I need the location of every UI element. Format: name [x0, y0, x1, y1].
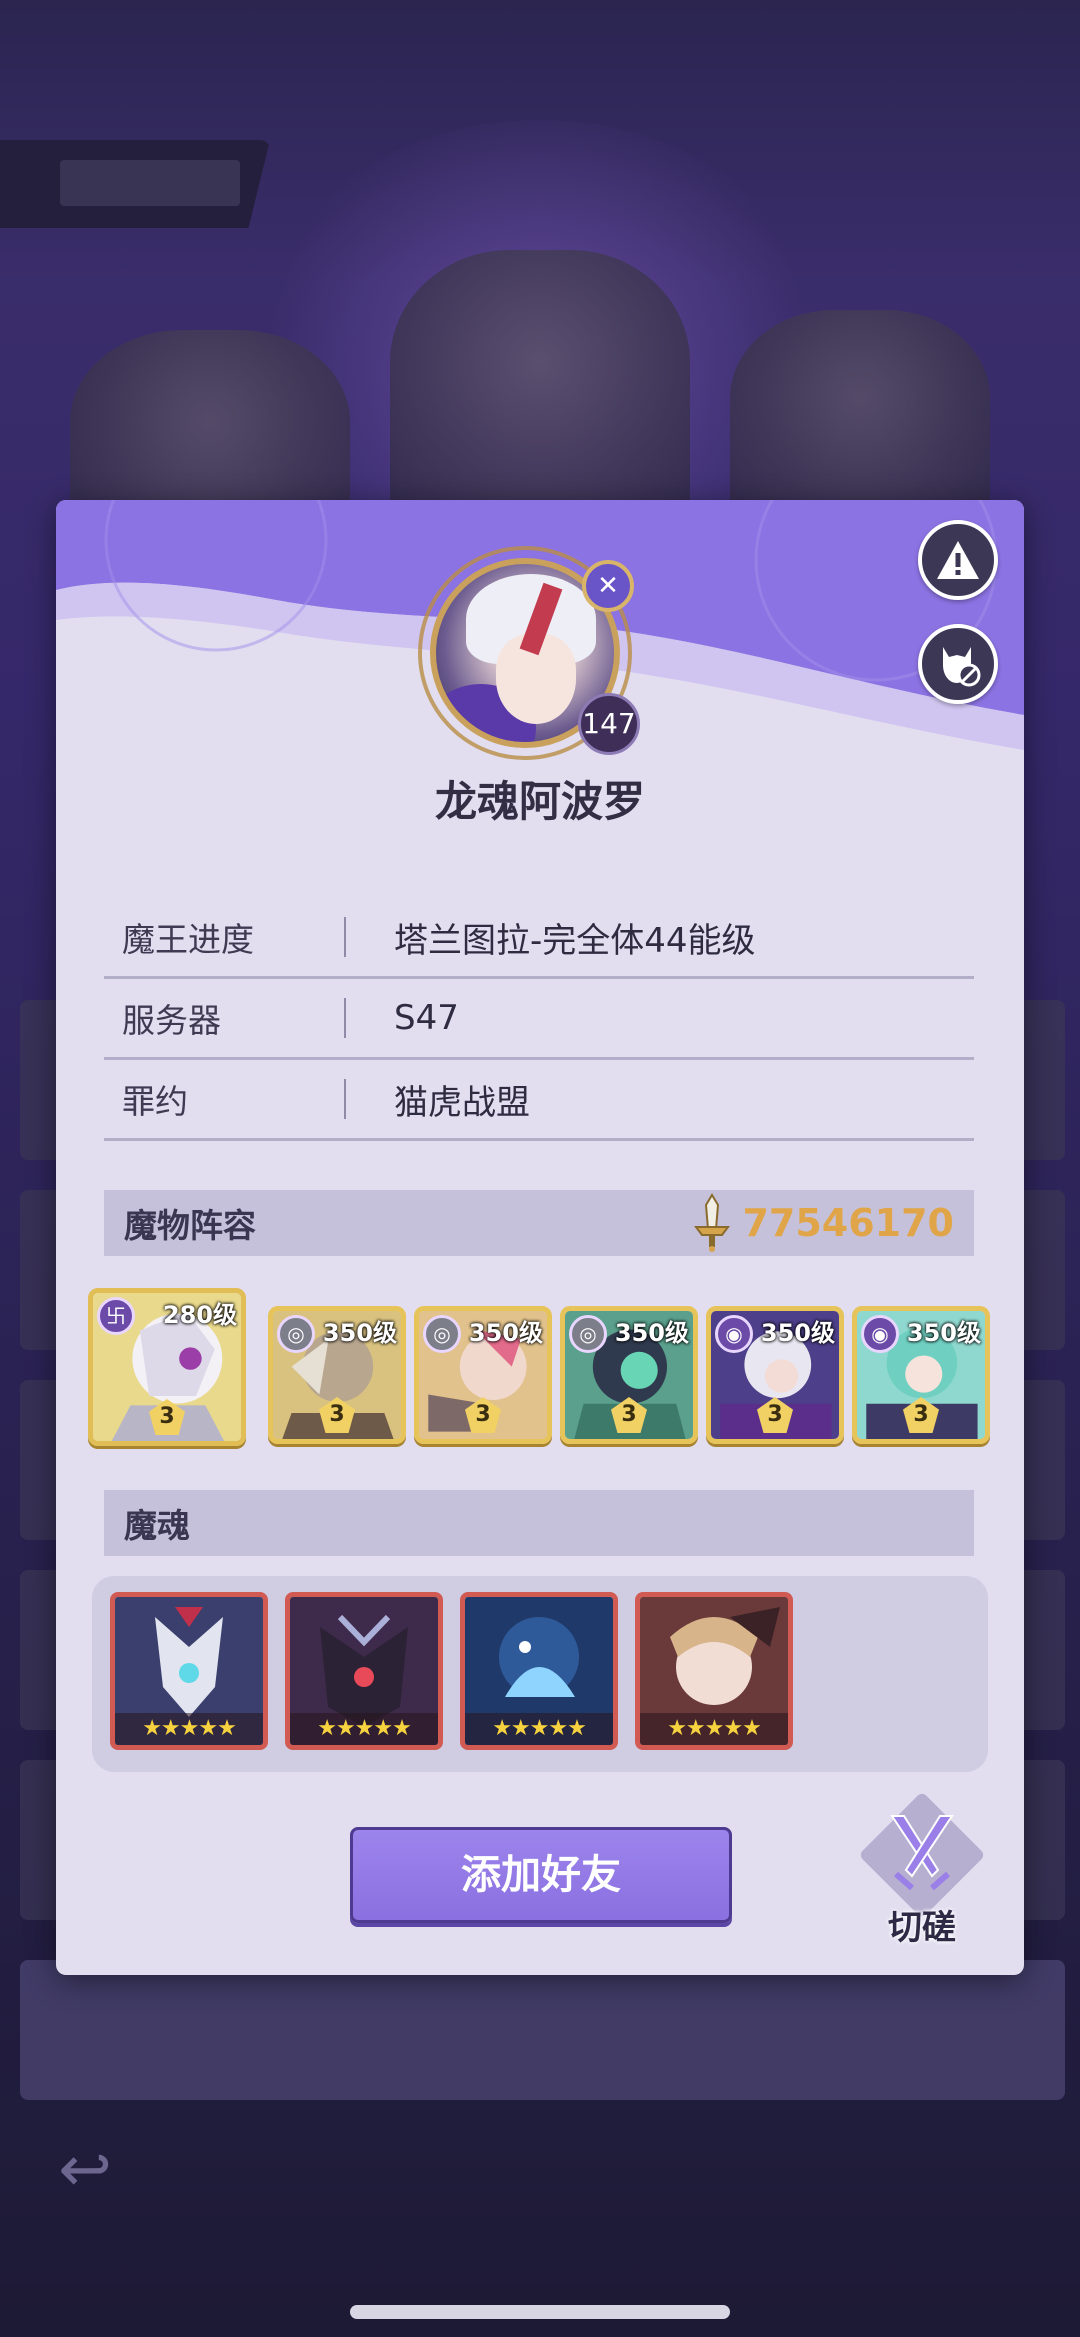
duel-button[interactable]: 切磋 [852, 1791, 992, 1950]
soul-section-header: 魔魂 [104, 1490, 974, 1556]
dark-element-icon: ◉ [715, 1315, 753, 1353]
lineup-section-header: 魔物阵容 77546170 [104, 1190, 974, 1256]
background-tab [0, 140, 270, 228]
soul-panel: ★★★★★ ★★★★★ ★★★★★ ★★★★★ [92, 1576, 988, 1772]
warning-icon [937, 541, 979, 579]
monster-lineup: 卐 280级 3 ◎ 350级 3 ◎ 350级 3 ◎ 350级 3 ◉ 35… [88, 1288, 1008, 1458]
info-label: 罪约 [122, 1082, 188, 1121]
report-button[interactable] [918, 520, 998, 600]
dark-element-icon: ◉ [861, 1315, 899, 1353]
combat-power-value: 77546170 [742, 1201, 954, 1245]
player-name: 龙魂阿波罗 [434, 777, 645, 826]
avatar-frame-badge-icon: ✕ [582, 560, 634, 612]
wind-element-icon: 卐 [97, 1297, 135, 1335]
back-arrow-icon[interactable]: ↩ [40, 2130, 130, 2210]
soul-card[interactable]: ★★★★★ [635, 1592, 793, 1750]
soul-card[interactable]: ★★★★★ [460, 1592, 618, 1750]
crossed-swords-icon [890, 1815, 954, 1891]
monster-level: 350级 [468, 1319, 543, 1347]
info-row-server: 服务器 S47 [104, 979, 974, 1060]
add-friend-button[interactable]: 添加好友 [350, 1827, 732, 1923]
player-level-badge: 147 [578, 693, 640, 755]
home-indicator[interactable] [350, 2305, 730, 2319]
combat-power: 77546170 [692, 1193, 954, 1253]
background-character-right [730, 310, 990, 530]
monster-level: 280级 [162, 1301, 237, 1329]
monster-level: 350级 [906, 1319, 981, 1347]
lineup-title: 魔物阵容 [124, 1206, 256, 1245]
monster-card[interactable]: ◉ 350级 3 [706, 1306, 844, 1444]
neutral-element-icon: ◎ [423, 1315, 461, 1353]
monster-level: 350级 [760, 1319, 835, 1347]
info-value: 猫虎战盟 [394, 1082, 530, 1123]
neutral-element-icon: ◎ [569, 1315, 607, 1353]
soul-card[interactable]: ★★★★★ [110, 1592, 268, 1750]
block-user-button[interactable] [918, 624, 998, 704]
soul-title: 魔魂 [124, 1506, 190, 1545]
info-row-progress: 魔王进度 塔兰图拉-完全体44能级 [104, 898, 974, 979]
soul-card[interactable]: ★★★★★ [285, 1592, 443, 1750]
info-label: 服务器 [122, 1001, 221, 1040]
background-character-center [390, 250, 690, 530]
sword-power-icon [694, 1193, 731, 1252]
monster-level: 350级 [322, 1319, 397, 1347]
soul-stars: ★★★★★ [115, 1713, 263, 1745]
info-value: 塔兰图拉-完全体44能级 [394, 920, 756, 961]
monster-level: 350级 [614, 1319, 689, 1347]
info-label: 魔王进度 [122, 920, 254, 959]
player-profile-dialog: ✕ 147 龙魂阿波罗 魔王进度 塔兰图拉-完全体44能级 服务器 S47 罪约… [56, 500, 1024, 1975]
neutral-element-icon: ◎ [277, 1315, 315, 1353]
monster-card[interactable]: 卐 280级 3 [88, 1288, 246, 1446]
monster-card[interactable]: ◎ 350级 3 [268, 1306, 406, 1444]
monster-card[interactable]: ◎ 350级 3 [414, 1306, 552, 1444]
background-player-row [20, 1960, 1065, 2100]
soul-stars: ★★★★★ [465, 1713, 613, 1745]
block-cat-icon [943, 647, 981, 687]
player-info-table: 魔王进度 塔兰图拉-完全体44能级 服务器 S47 罪约 猫虎战盟 [104, 898, 974, 1141]
monster-card[interactable]: ◉ 350级 3 [852, 1306, 990, 1444]
player-avatar[interactable]: ✕ 147 [410, 546, 670, 760]
monster-card[interactable]: ◎ 350级 3 [560, 1306, 698, 1444]
info-value: S47 [394, 998, 459, 1038]
info-row-guild: 罪约 猫虎战盟 [104, 1060, 974, 1141]
soul-stars: ★★★★★ [640, 1713, 788, 1745]
duel-label: 切磋 [888, 1908, 956, 1948]
soul-stars: ★★★★★ [290, 1713, 438, 1745]
